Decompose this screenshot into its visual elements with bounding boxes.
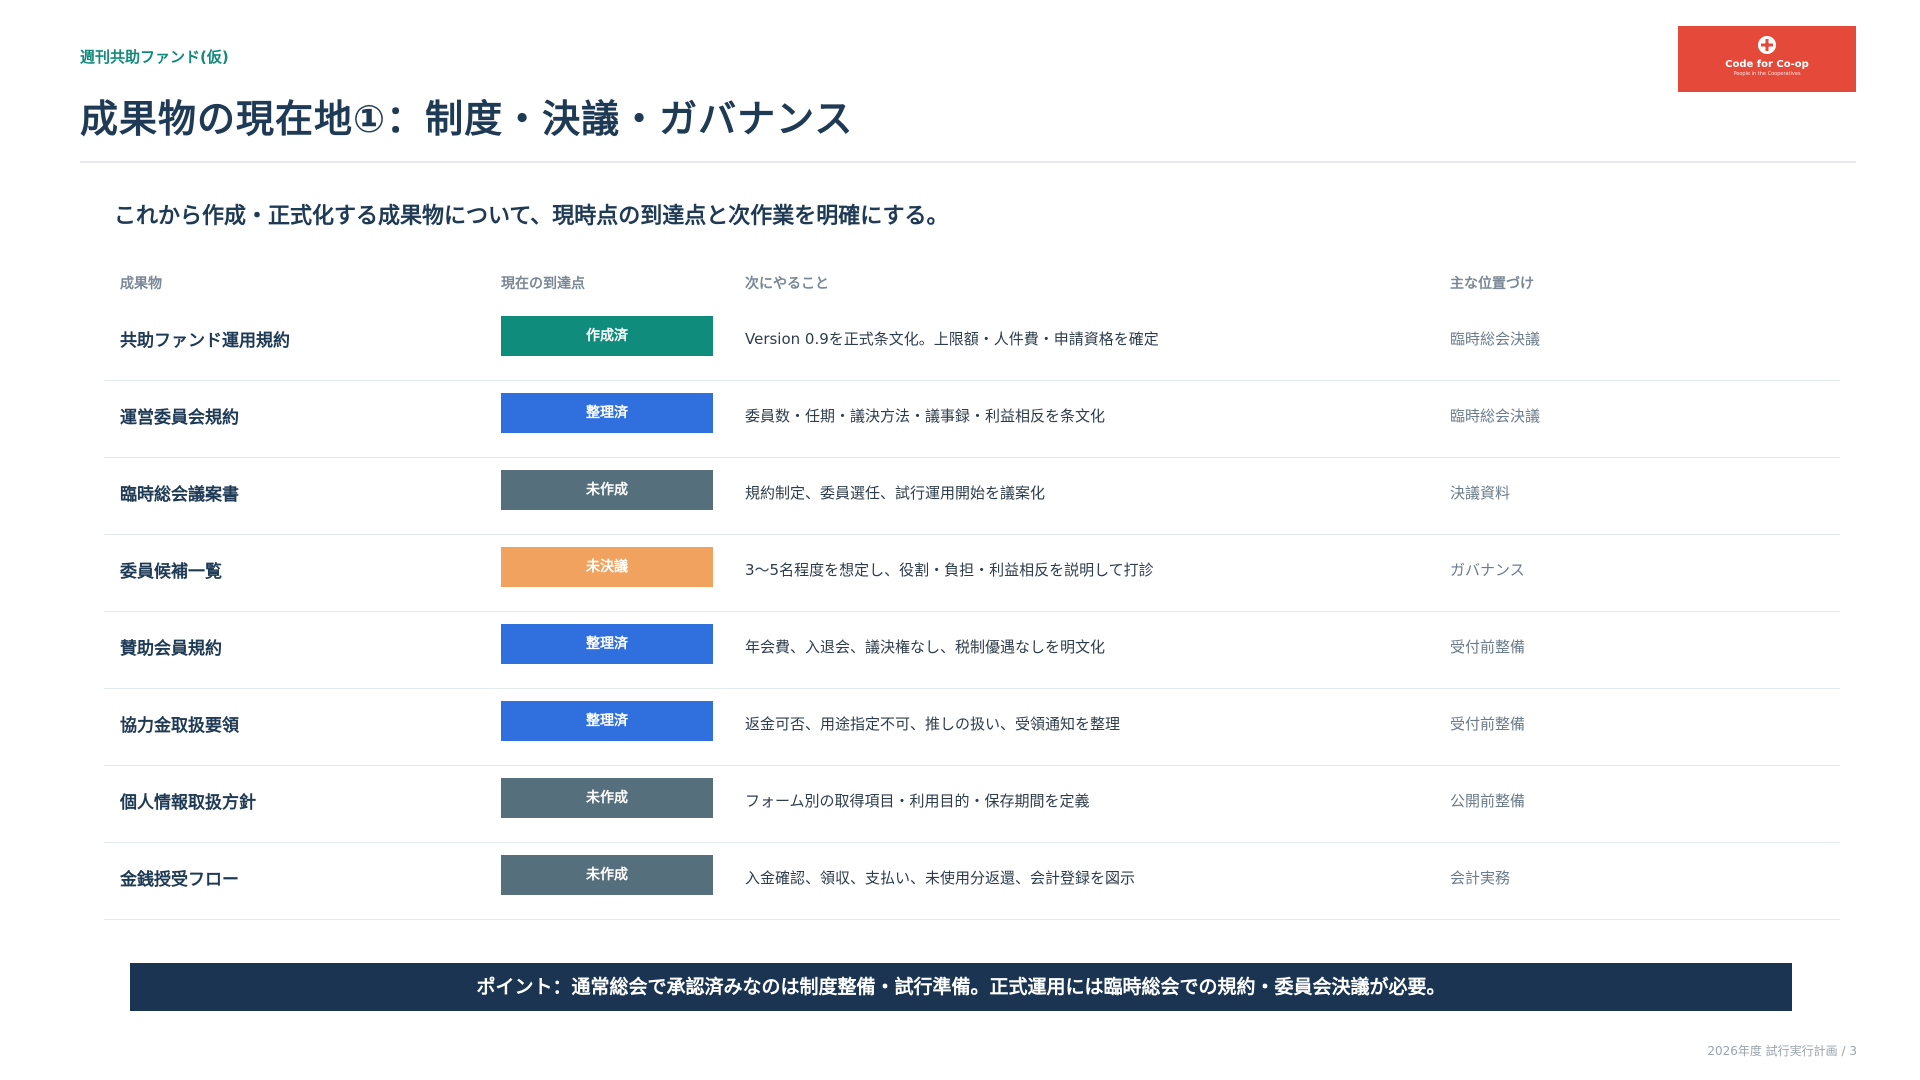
next-action: 年会費、入退会、議決権なし、税制優遇なしを明文化	[745, 638, 1106, 656]
deliverable-name: 運営委員会規約	[120, 408, 239, 428]
header-deliverable: 成果物	[120, 276, 162, 292]
deliverables-table: 成果物 現在の到達点 次にやること 主な位置づけ 共助ファンド運用規約 作成済 …	[104, 264, 1840, 920]
status-badge: 未作成	[501, 778, 713, 818]
table-header: 成果物 現在の到達点 次にやること 主な位置づけ	[104, 264, 1840, 304]
role-label: 決議資料	[1450, 484, 1511, 502]
header-next-action: 次にやること	[745, 276, 829, 292]
header-role: 主な位置づけ	[1450, 276, 1534, 292]
role-label: 受付前整備	[1450, 638, 1526, 656]
status-badge: 整理済	[501, 624, 713, 664]
table-row: 協力金取扱要領 整理済 返金可否、用途指定不可、推しの扱い、受領通知を整理 受付…	[104, 689, 1840, 766]
lead-text: これから作成・正式化する成果物について、現時点の到達点と次作業を明確にする。	[114, 204, 949, 229]
page-footer: 2026年度 試行実行計画 / 3	[1707, 1044, 1857, 1058]
deliverable-name: 委員候補一覧	[120, 562, 222, 582]
table-row: 個人情報取扱方針 未作成 フォーム別の取得項目・利用目的・保存期間を定義 公開前…	[104, 766, 1840, 843]
logo-tagline: People in the Cooperatives	[1733, 71, 1801, 77]
logo-name: Code for Co-op	[1725, 59, 1809, 70]
deliverable-name: 個人情報取扱方針	[120, 793, 256, 813]
table-row: 臨時総会議案書 未作成 規約制定、委員選任、試行運用開始を議案化 決議資料	[104, 458, 1840, 535]
deliverable-name: 賛助会員規約	[120, 639, 222, 659]
deliverable-name: 臨時総会議案書	[120, 485, 239, 505]
status-badge: 未作成	[501, 855, 713, 895]
status-badge: 作成済	[501, 316, 713, 356]
status-badge: 未決議	[501, 547, 713, 587]
role-label: 臨時総会決議	[1450, 407, 1541, 425]
slide: 週刊共助ファンド(仮) 成果物の現在地①：制度・決議・ガバナンス Code fo…	[0, 0, 1920, 1080]
key-point-banner: ポイント：通常総会で承認済みなのは制度整備・試行準備。正式運用には臨時総会での規…	[130, 963, 1792, 1011]
role-label: ガバナンス	[1450, 561, 1525, 579]
next-action: 入金確認、領収、支払い、未使用分返還、会計登録を図示	[745, 869, 1136, 887]
deliverable-name: 協力金取扱要領	[120, 716, 239, 736]
next-action: 規約制定、委員選任、試行運用開始を議案化	[745, 484, 1046, 502]
role-label: 公開前整備	[1450, 792, 1526, 810]
cooperative-logo-icon	[1758, 36, 1776, 54]
next-action: フォーム別の取得項目・利用目的・保存期間を定義	[745, 792, 1090, 810]
table-row: 共助ファンド運用規約 作成済 Version 0.9を正式条文化。上限額・人件費…	[104, 304, 1840, 381]
role-label: 受付前整備	[1450, 715, 1526, 733]
role-label: 臨時総会決議	[1450, 330, 1541, 348]
title-divider	[80, 161, 1856, 163]
page-title: 成果物の現在地①：制度・決議・ガバナンス	[80, 97, 854, 141]
logo: Code for Co-op People in the Cooperative…	[1678, 26, 1856, 92]
status-badge: 整理済	[501, 393, 713, 433]
eyebrow-label: 週刊共助ファンド(仮)	[80, 48, 229, 66]
table-row: 金銭授受フロー 未作成 入金確認、領収、支払い、未使用分返還、会計登録を図示 会…	[104, 843, 1840, 920]
deliverable-name: 共助ファンド運用規約	[120, 331, 290, 351]
role-label: 会計実務	[1450, 869, 1511, 887]
next-action: Version 0.9を正式条文化。上限額・人件費・申請資格を確定	[745, 330, 1159, 348]
table-row: 運営委員会規約 整理済 委員数・任期・議決方法・議事録・利益相反を条文化 臨時総…	[104, 381, 1840, 458]
next-action: 3〜5名程度を想定し、役割・負担・利益相反を説明して打診	[745, 561, 1154, 579]
next-action: 委員数・任期・議決方法・議事録・利益相反を条文化	[745, 407, 1106, 425]
header-status: 現在の到達点	[501, 276, 585, 292]
status-badge: 未作成	[501, 470, 713, 510]
next-action: 返金可否、用途指定不可、推しの扱い、受領通知を整理	[745, 715, 1121, 733]
status-badge: 整理済	[501, 701, 713, 741]
table-row: 委員候補一覧 未決議 3〜5名程度を想定し、役割・負担・利益相反を説明して打診 …	[104, 535, 1840, 612]
table-row: 賛助会員規約 整理済 年会費、入退会、議決権なし、税制優遇なしを明文化 受付前整…	[104, 612, 1840, 689]
deliverable-name: 金銭授受フロー	[120, 870, 239, 890]
